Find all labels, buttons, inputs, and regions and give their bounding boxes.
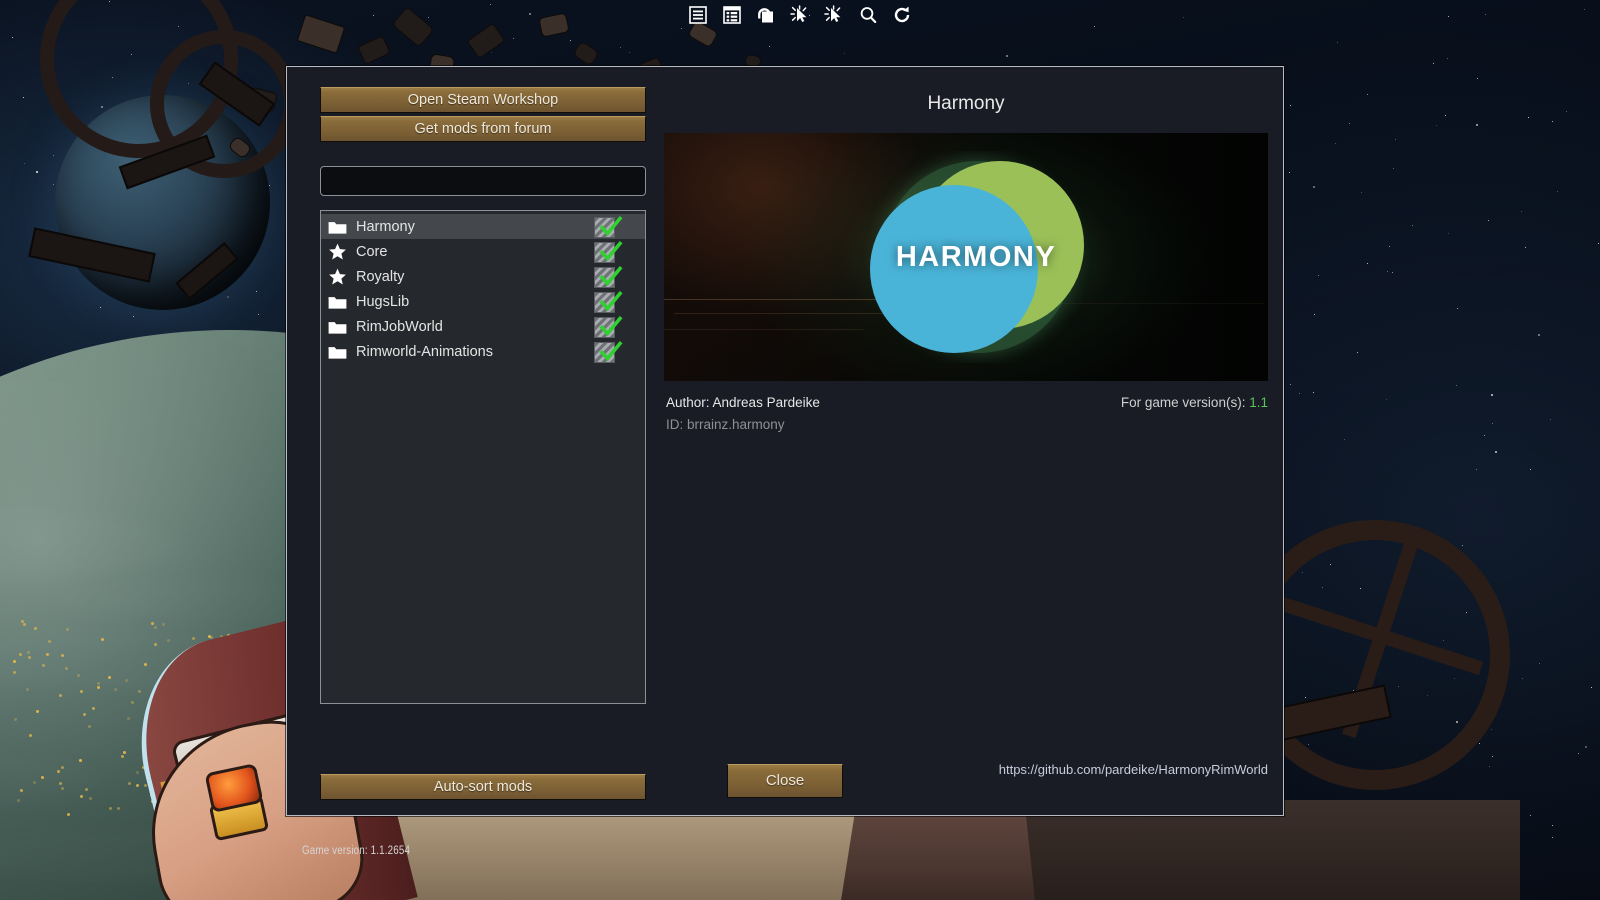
mod-list-item[interactable]: RimJobWorld — [321, 314, 645, 339]
mod-meta-row: Author: Andreas Pardeike For game versio… — [664, 395, 1268, 413]
star-icon — [328, 243, 347, 260]
log-list-icon[interactable] — [687, 4, 709, 26]
cursor-click-icon[interactable] — [789, 4, 811, 26]
mod-preview-image: HARMONY — [664, 133, 1268, 381]
mod-list-panel: Open Steam Workshop Get mods from forum … — [320, 87, 646, 704]
close-container: Close — [727, 764, 843, 798]
checkmark-icon — [599, 290, 623, 314]
mod-id: ID: brrainz.harmony — [666, 417, 785, 432]
mod-list-item[interactable]: HugsLib — [321, 289, 645, 314]
game-versions-label: For game version(s): — [1120, 395, 1246, 410]
star-icon — [328, 268, 347, 285]
folder-icon — [328, 218, 347, 235]
folder-icon — [328, 343, 347, 360]
mod-author: Author: Andreas Pardeike — [666, 395, 820, 410]
grid-table-icon[interactable] — [721, 4, 743, 26]
game-version-label: Game version: 1.1.2654 — [302, 845, 411, 857]
mod-detail-panel: Harmony HARMONY Author: Andreas Pardeike… — [664, 87, 1268, 777]
search-input[interactable] — [320, 166, 646, 196]
checkmark-icon — [599, 215, 623, 239]
checkmark-icon — [599, 340, 623, 364]
mod-list[interactable]: Harmony Core Royalty HugsLib RimJobWorld Rimw… — [320, 210, 646, 704]
close-button[interactable]: Close — [727, 764, 843, 798]
folder-icon — [328, 318, 347, 335]
auto-sort-mods-button[interactable]: Auto-sort mods — [320, 774, 646, 800]
folder-icon — [328, 293, 347, 310]
mod-list-item[interactable]: Harmony — [321, 214, 645, 239]
preview-scratch — [664, 329, 864, 330]
mod-list-item[interactable]: Royalty — [321, 264, 645, 289]
mod-manager-dialog: Open Steam Workshop Get mods from forum … — [286, 66, 1284, 857]
open-steam-workshop-button[interactable]: Open Steam Workshop — [320, 87, 646, 113]
mod-list-item[interactable]: Core — [321, 239, 645, 264]
game-versions-value: 1.1 — [1249, 395, 1268, 410]
mod-game-versions: For game version(s): 1.1 — [1121, 395, 1268, 410]
refresh-circular-icon[interactable] — [891, 4, 913, 26]
package-box-icon[interactable] — [755, 4, 777, 26]
dev-toolbar — [0, 0, 1600, 30]
mod-url-link[interactable]: https://github.com/pardeike/HarmonyRimWo… — [999, 762, 1268, 777]
mod-title: Harmony — [927, 93, 1005, 114]
checkmark-icon — [599, 240, 623, 264]
search-magnifier-icon[interactable] — [857, 4, 879, 26]
get-mods-from-forum-button[interactable]: Get mods from forum — [320, 116, 646, 142]
autosort-container: Auto-sort mods — [320, 774, 646, 800]
harmony-logo: HARMONY — [850, 151, 1102, 363]
mod-list-item[interactable]: Rimworld-Animations — [321, 339, 645, 364]
checkmark-icon — [599, 315, 623, 339]
checkmark-icon — [599, 265, 623, 289]
cursor-click-alt-icon[interactable] — [823, 4, 845, 26]
harmony-logo-text: HARMONY — [895, 241, 1057, 273]
